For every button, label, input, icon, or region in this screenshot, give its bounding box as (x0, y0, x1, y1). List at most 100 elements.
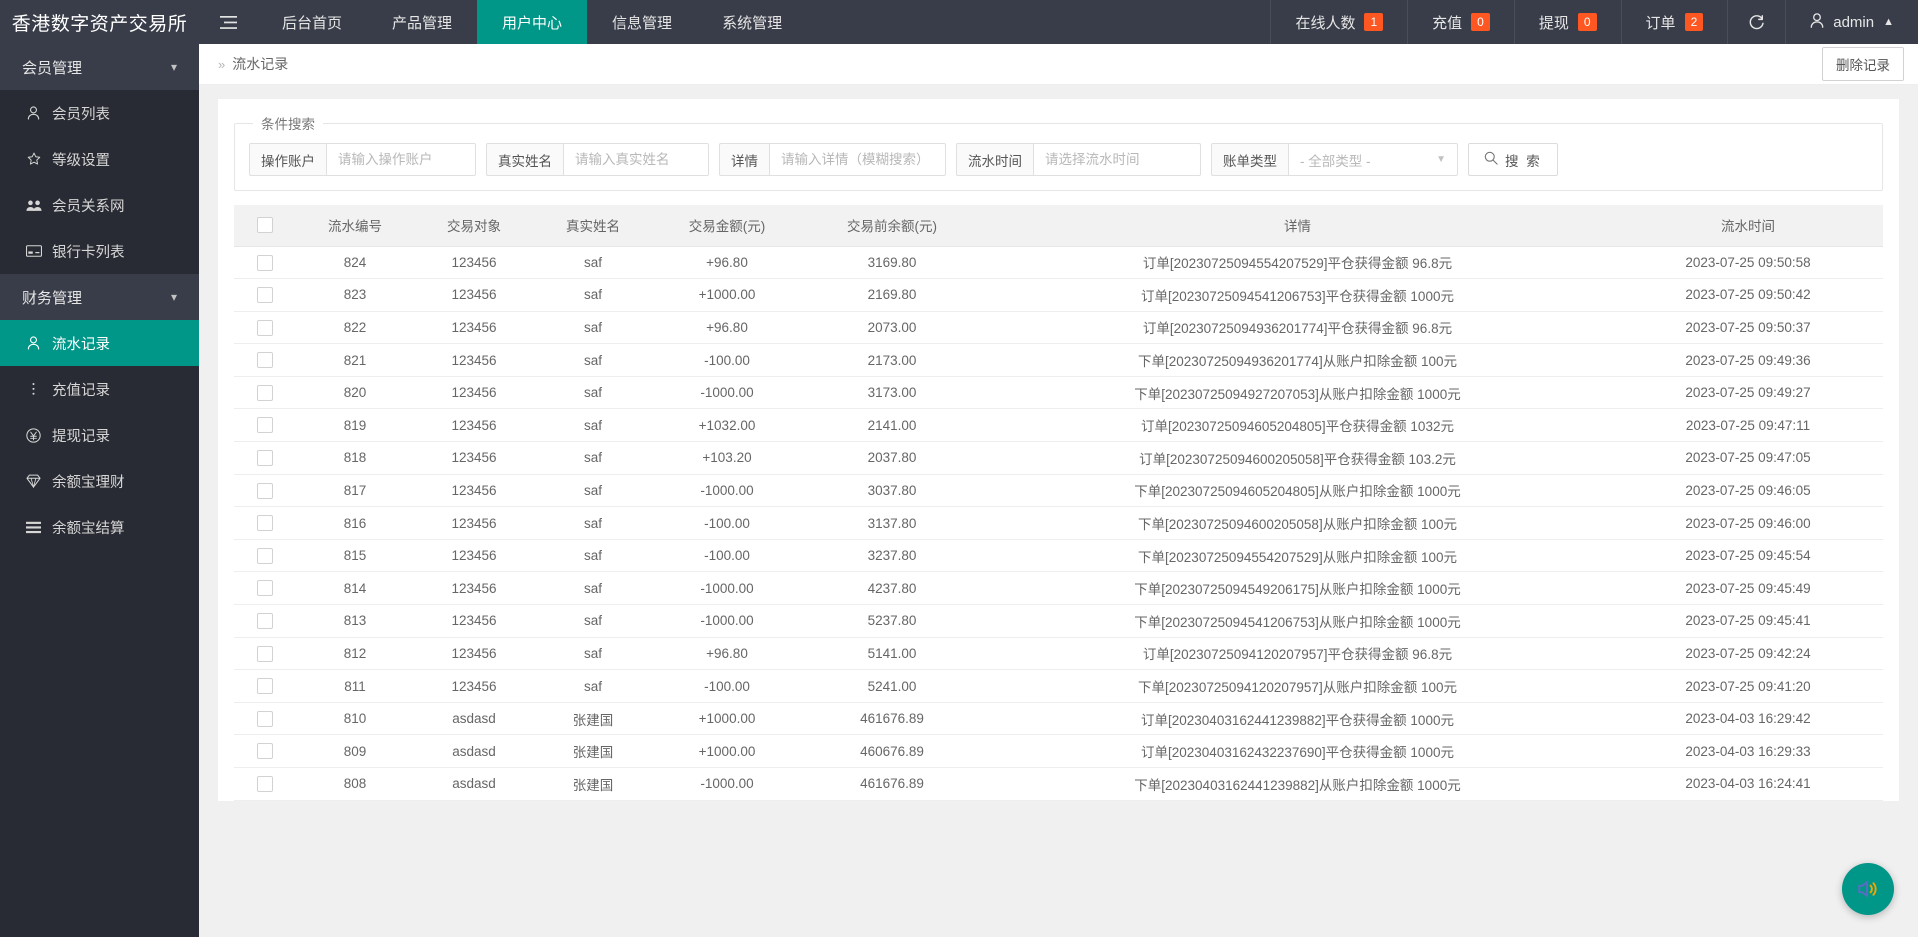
search-input-transaction-time[interactable] (1033, 143, 1201, 176)
sidebar-item-recharge-records[interactable]: 充值记录 (0, 366, 199, 412)
cell-detail: 订单[20230725094600205058]平仓获得金额 103.2元 (982, 441, 1613, 475)
table-row[interactable]: 813 123456 saf -1000.00 5237.80 下单[2023072509… (234, 604, 1883, 638)
page-scroll-area[interactable]: 条件搜索 操作账户 真实姓名 详情 (199, 85, 1918, 937)
sidebar-item-member-list[interactable]: 会员列表 (0, 90, 199, 136)
table-row[interactable]: 822 123456 saf +96.80 2073.00 订单[202307250949… (234, 311, 1883, 345)
table-row[interactable]: 818 123456 saf +103.20 2037.80 订单[20230725094… (234, 441, 1883, 475)
row-checkbox[interactable] (257, 319, 273, 336)
row-checkbox-cell[interactable] (234, 637, 296, 671)
row-checkbox-cell[interactable] (234, 376, 296, 410)
nav-tab-4[interactable]: 系统管理 (697, 0, 807, 44)
table-row[interactable]: 809 asdasd 张建国 +1000.00 460676.89 订单[20230403… (234, 734, 1883, 768)
sidebar-item-transaction-records[interactable]: 流水记录 (0, 320, 199, 366)
search-button[interactable]: 搜 索 (1468, 143, 1558, 176)
table-row[interactable]: 811 123456 saf -100.00 5241.00 下单[20230725094… (234, 669, 1883, 703)
row-checkbox-cell[interactable] (234, 669, 296, 703)
cell-id: 810 (296, 702, 414, 736)
cell-id: 819 (296, 408, 414, 443)
table-row[interactable]: 821 123456 saf -100.00 2173.00 下单[20230725094… (234, 343, 1883, 377)
refresh-icon[interactable] (1727, 0, 1785, 44)
table-row[interactable]: 817 123456 saf -1000.00 3037.80 下单[2023072509… (234, 474, 1883, 508)
stat-recharge[interactable]: 充值 0 (1407, 0, 1514, 44)
sidebar-item-yuebao-finance[interactable]: 余额宝理财 (0, 458, 199, 504)
sidebar-item-member-network[interactable]: 会员关系网 (0, 182, 199, 228)
row-checkbox[interactable] (257, 482, 273, 499)
sidebar-item-withdraw-records[interactable]: 提现记录 (0, 412, 199, 458)
row-checkbox-cell[interactable] (234, 343, 296, 377)
stat-orders[interactable]: 订单 2 (1620, 0, 1728, 44)
table-row[interactable]: 815 123456 saf -100.00 3237.80 下单[20230725094… (234, 539, 1883, 573)
table-row[interactable]: 823 123456 saf +1000.00 2169.80 订单[2023072509… (234, 278, 1883, 312)
row-checkbox[interactable] (257, 384, 273, 401)
cell-detail: 下单[20230725094120207957]从账户扣除金额 100元 (982, 669, 1613, 703)
row-checkbox-cell[interactable] (234, 702, 296, 736)
row-checkbox-cell[interactable] (234, 734, 296, 768)
row-checkbox[interactable] (257, 254, 273, 271)
hamburger-icon[interactable] (199, 0, 257, 44)
chevron-down-icon: ▾ (170, 290, 177, 304)
table-row[interactable]: 816 123456 saf -100.00 3137.80 下单[20230725094… (234, 506, 1883, 540)
row-checkbox[interactable] (257, 743, 273, 760)
sidebar-item-level-settings[interactable]: 等级设置 (0, 136, 199, 182)
field-transaction-time-label: 流水时间 (956, 143, 1033, 176)
cell-before-balance: 460676.89 (802, 734, 982, 768)
cell-before-balance: 2141.00 (802, 408, 982, 443)
row-checkbox-cell[interactable] (234, 539, 296, 573)
nav-tab-1[interactable]: 产品管理 (367, 0, 477, 44)
row-checkbox[interactable] (257, 450, 273, 467)
row-checkbox[interactable] (257, 547, 273, 564)
search-select-bill-type[interactable]: - 全部类型 - ▼ (1288, 143, 1458, 176)
cell-detail: 下单[20230725094936201774]从账户扣除金额 100元 (982, 343, 1613, 377)
sidebar-item-bankcard-list[interactable]: 银行卡列表 (0, 228, 199, 274)
sidebar-group-member[interactable]: 会员管理 ▾ (0, 44, 199, 90)
nav-tab-0[interactable]: 后台首页 (257, 0, 367, 44)
cell-target: 123456 (414, 474, 534, 508)
table-row[interactable]: 810 asdasd 张建国 +1000.00 461676.89 订单[20230403… (234, 702, 1883, 736)
row-checkbox-cell[interactable] (234, 408, 296, 443)
stat-withdraw[interactable]: 提现 0 (1513, 0, 1621, 44)
select-all-checkbox[interactable] (257, 217, 273, 234)
yen-icon (25, 427, 42, 443)
row-checkbox-cell[interactable] (234, 246, 296, 280)
row-checkbox-cell[interactable] (234, 441, 296, 475)
table-header-select-all[interactable] (234, 205, 296, 247)
delete-records-button[interactable]: 删除记录 (1822, 47, 1904, 81)
stat-online-users[interactable]: 在线人数 1 (1270, 0, 1407, 44)
row-checkbox[interactable] (257, 515, 273, 532)
row-checkbox[interactable] (257, 710, 273, 727)
row-checkbox-cell[interactable] (234, 311, 296, 345)
row-checkbox[interactable] (257, 287, 273, 304)
row-checkbox[interactable] (257, 352, 273, 369)
table-row[interactable]: 824 123456 saf +96.80 3169.80 订单[202307250945… (234, 246, 1883, 280)
sidebar-group-finance[interactable]: 财务管理 ▾ (0, 274, 199, 320)
sound-icon[interactable] (1842, 863, 1894, 915)
row-checkbox-cell[interactable] (234, 571, 296, 606)
search-input-operator-account[interactable] (326, 143, 476, 176)
stat-recharge-label: 充值 (1432, 14, 1463, 32)
table-row[interactable]: 812 123456 saf +96.80 5141.00 订单[202307250941… (234, 637, 1883, 671)
row-checkbox-cell[interactable] (234, 767, 296, 801)
search-input-real-name[interactable] (563, 143, 709, 176)
row-checkbox[interactable] (257, 613, 273, 630)
row-checkbox-cell[interactable] (234, 506, 296, 540)
table-row[interactable]: 814 123456 saf -1000.00 4237.80 下单[2023072509… (234, 571, 1883, 606)
row-checkbox[interactable] (257, 580, 273, 597)
table-row[interactable]: 819 123456 saf +1032.00 2141.00 订单[2023072509… (234, 408, 1883, 443)
user-menu[interactable]: admin ▲ (1785, 0, 1918, 44)
cell-before-balance: 5141.00 (802, 637, 982, 671)
nav-tab-2[interactable]: 用户中心 (477, 0, 588, 44)
table-row[interactable]: 808 asdasd 张建国 -1000.00 461676.89 下单[20230403… (234, 767, 1883, 801)
row-checkbox[interactable] (257, 678, 273, 695)
table-row[interactable]: 820 123456 saf -1000.00 3173.00 下单[2023072509… (234, 376, 1883, 410)
row-checkbox-cell[interactable] (234, 604, 296, 638)
sidebar-item-yuebao-settlement[interactable]: 余额宝结算 (0, 504, 199, 550)
row-checkbox[interactable] (257, 776, 273, 793)
cell-target: 123456 (414, 637, 534, 671)
row-checkbox-cell[interactable] (234, 474, 296, 508)
row-checkbox[interactable] (257, 645, 273, 662)
row-checkbox[interactable] (257, 417, 273, 434)
row-checkbox-cell[interactable] (234, 278, 296, 312)
nav-tab-3[interactable]: 信息管理 (587, 0, 697, 44)
cell-amount: -100.00 (652, 506, 802, 540)
search-input-detail[interactable] (769, 143, 946, 176)
